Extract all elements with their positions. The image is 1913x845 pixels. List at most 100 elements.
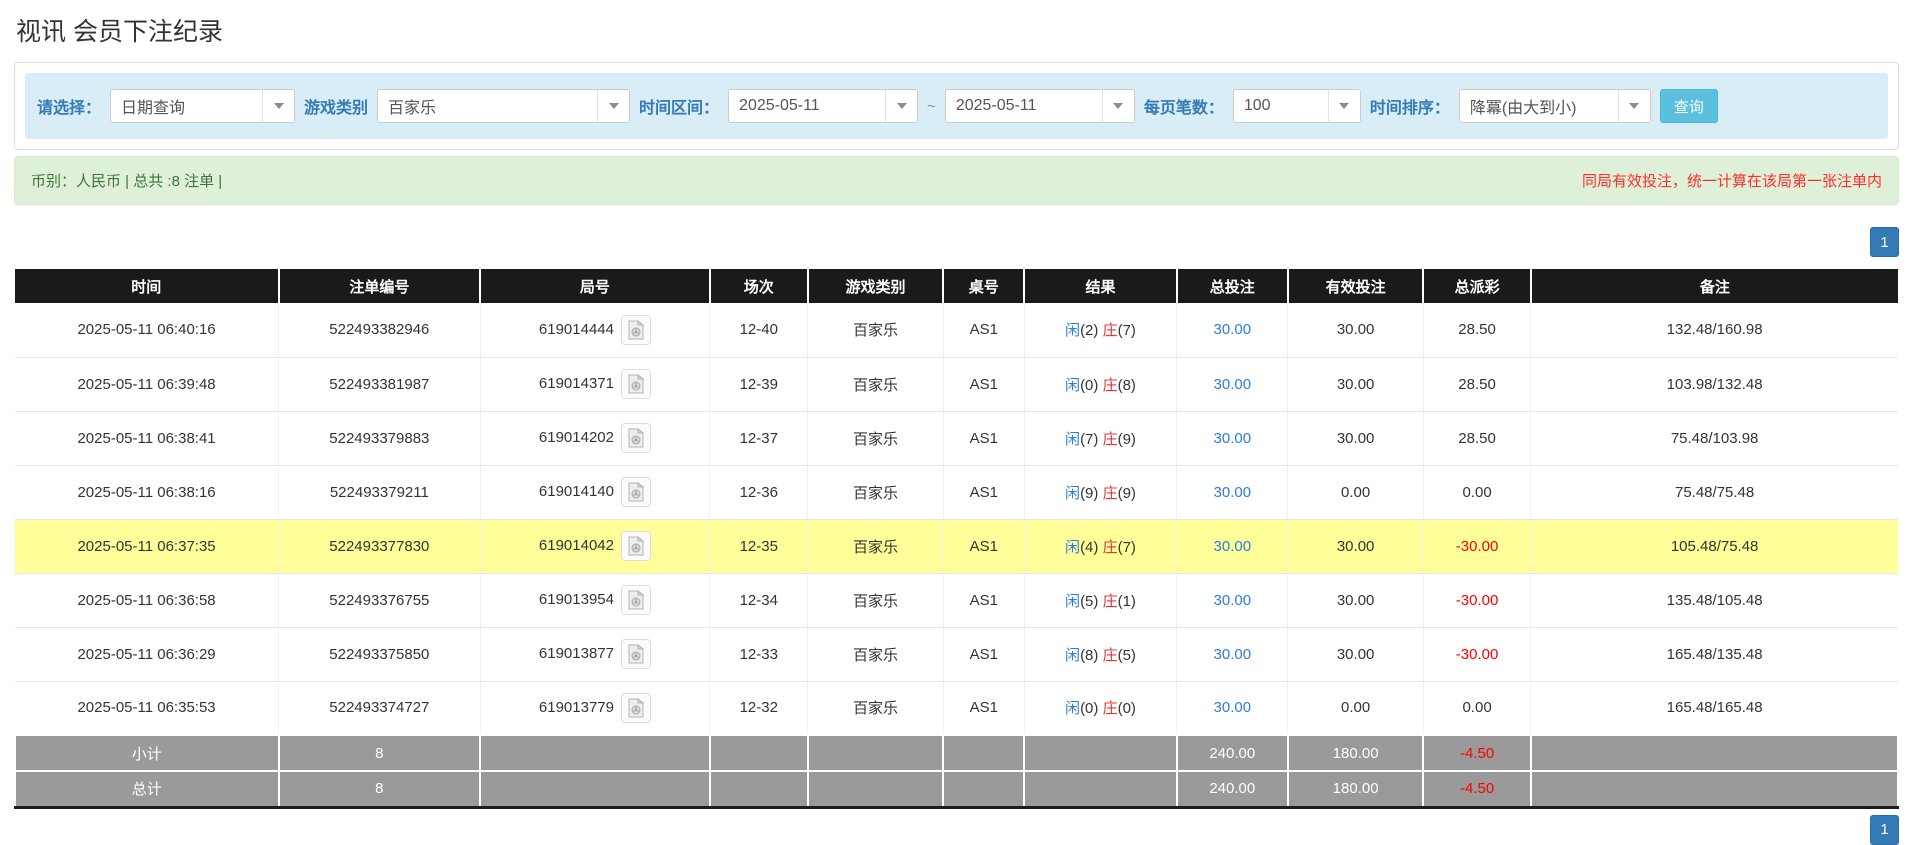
filter-bar: 请选择： 日期查询 游戏类别 百家乐 时间区间： 2025-05-11 ~ 20… [25,73,1888,139]
video-icon[interactable] [621,315,651,345]
result-banker-label: 庄 [1103,322,1118,339]
table-header: 时间注单编号局号场次游戏类别桌号结果总投注有效投注总派彩备注 [15,269,1898,303]
result-banker-label: 庄 [1103,647,1118,664]
sort-value: 降冪(由大到小) [1460,94,1577,118]
cell-time: 2025-05-11 06:38:16 [15,465,279,519]
cell-session: 12-37 [710,411,808,465]
query-type-value: 日期查询 [111,94,185,118]
cell-table-no: AS1 [943,357,1024,411]
page: 视讯 会员下注纪录 请选择： 日期查询 游戏类别 百家乐 时间区间： 2025-… [0,0,1913,845]
chevron-down-icon[interactable] [262,90,294,122]
date-from-select[interactable]: 2025-05-11 [728,89,918,123]
cell-valid-bet: 30.00 [1288,411,1424,465]
header-row: 时间注单编号局号场次游戏类别桌号结果总投注有效投注总派彩备注 [15,269,1898,303]
cell-game-type: 百家乐 [808,627,944,681]
total-empty-cell [943,771,1024,807]
game-type-select[interactable]: 百家乐 [377,89,630,123]
total-bet-link[interactable]: 30.00 [1214,592,1252,609]
chevron-down-icon[interactable] [597,90,629,122]
chevron-down-icon [609,103,619,109]
cell-remark: 132.48/160.98 [1531,303,1898,357]
cell-valid-bet: 30.00 [1288,519,1424,573]
result-banker-label: 庄 [1103,377,1118,394]
video-icon[interactable] [621,477,651,507]
per-page-value: 100 [1234,97,1271,115]
round-number: 619013877 [539,645,614,662]
result-player-score: (5) [1080,593,1098,610]
video-icon[interactable] [621,585,651,615]
table-row: 2025-05-11 06:38:16522493379211619014140… [15,465,1898,519]
cell-session: 12-33 [710,627,808,681]
pagination-page-1[interactable]: 1 [1870,227,1899,257]
cell-result: 闲(9) 庄(9) [1024,465,1177,519]
column-header: 总投注 [1177,269,1288,303]
cell-remark: 75.48/75.48 [1531,465,1898,519]
total-bet-link[interactable]: 30.00 [1214,430,1252,447]
table-row: 2025-05-11 06:36:58522493376755619013954… [15,573,1898,627]
total-empty-cell [480,771,710,807]
cell-time: 2025-05-11 06:35:53 [15,681,279,735]
cell-bet-id: 522493376755 [279,573,480,627]
chevron-down-icon [1629,103,1639,109]
per-page-select[interactable]: 100 [1233,89,1361,123]
cell-remark: 75.48/103.98 [1531,411,1898,465]
date-from-value: 2025-05-11 [729,97,820,115]
subtotal-empty-cell [808,735,944,771]
result-player-label: 闲 [1065,593,1080,610]
search-button[interactable]: 查询 [1660,89,1718,123]
cell-total-bet: 30.00 [1177,303,1288,357]
table-body: 2025-05-11 06:40:16522493382946619014444… [15,303,1898,735]
chevron-down-icon[interactable] [885,90,917,122]
cell-result: 闲(8) 庄(5) [1024,627,1177,681]
result-player-score: (9) [1080,485,1098,502]
total-bet-link[interactable]: 30.00 [1214,376,1252,393]
pagination-page-1-bottom[interactable]: 1 [1870,815,1899,845]
total-bet-link[interactable]: 30.00 [1214,484,1252,501]
cell-round: 619014042 [480,519,710,573]
video-icon[interactable] [621,423,651,453]
column-header: 结果 [1024,269,1177,303]
date-to-select[interactable]: 2025-05-11 [945,89,1135,123]
result-player-label: 闲 [1065,647,1080,664]
total-bet-link[interactable]: 30.00 [1214,321,1252,338]
video-file-icon [627,428,645,448]
subtotal-payout: -4.50 [1423,735,1530,771]
result-banker-score: (7) [1118,539,1136,556]
chevron-down-icon[interactable] [1102,90,1134,122]
query-type-label: 请选择： [37,94,101,118]
subtotal-row: 小计 8 240.00 180.00 -4.50 [15,735,1898,771]
total-empty-cell [1024,771,1177,807]
chevron-down-icon[interactable] [1328,90,1360,122]
pagination-bottom: 1 [14,815,1899,845]
table-row: 2025-05-11 06:40:16522493382946619014444… [15,303,1898,357]
total-bet-link[interactable]: 30.00 [1214,699,1252,716]
cell-bet-id: 522493374727 [279,681,480,735]
result-banker-score: (1) [1118,593,1136,610]
round-number: 619014371 [539,375,614,392]
subtotal-empty-cell [710,735,808,771]
pagination-top: 1 [14,227,1899,257]
chevron-down-icon [274,103,284,109]
summary-currency-count: 币别：人民币 | 总共 :8 注单 | [31,170,222,191]
video-icon[interactable] [621,369,651,399]
cell-valid-bet: 30.00 [1288,627,1424,681]
video-icon[interactable] [621,693,651,723]
sort-select[interactable]: 降冪(由大到小) [1459,89,1651,123]
cell-remark: 135.48/105.48 [1531,573,1898,627]
video-icon[interactable] [621,531,651,561]
total-bet-link[interactable]: 30.00 [1214,646,1252,663]
cell-table-no: AS1 [943,519,1024,573]
result-player-score: (0) [1080,700,1098,717]
cell-table-no: AS1 [943,465,1024,519]
query-type-select[interactable]: 日期查询 [110,89,295,123]
total-bet-link[interactable]: 30.00 [1214,538,1252,555]
cell-round: 619014444 [480,303,710,357]
column-header: 注单编号 [279,269,480,303]
result-banker-label: 庄 [1103,700,1118,717]
video-icon[interactable] [621,639,651,669]
round-number: 619014140 [539,483,614,500]
total-empty-cell [808,771,944,807]
cell-payout: 28.50 [1423,303,1530,357]
chevron-down-icon[interactable] [1618,90,1650,122]
result-player-score: (2) [1080,322,1098,339]
